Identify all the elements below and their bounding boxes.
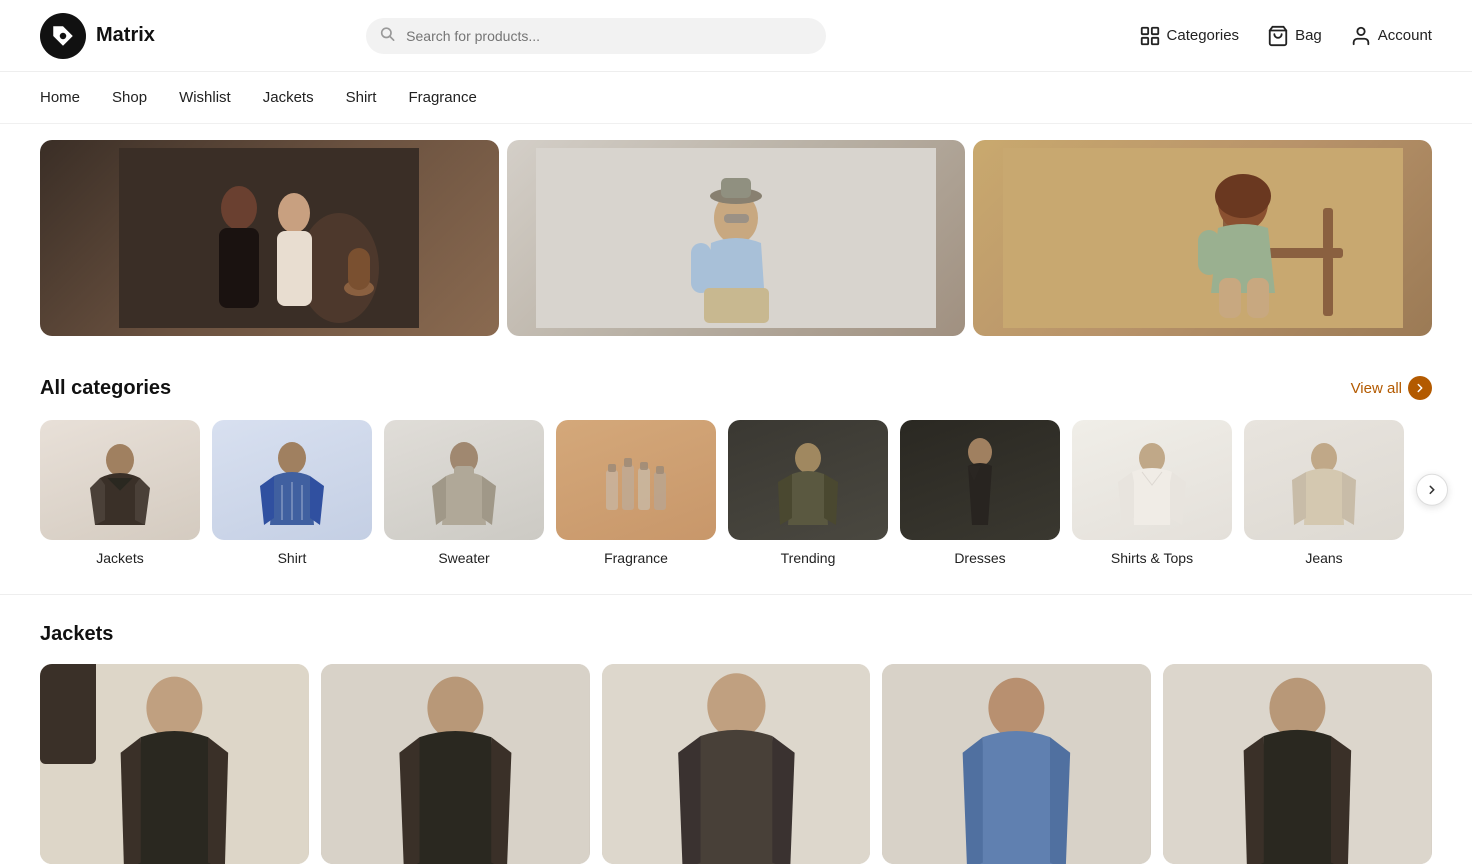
categories-section: All categories View all (0, 352, 1472, 566)
category-fragrance[interactable]: Fragrance (556, 420, 716, 566)
bag-label: Bag (1295, 27, 1322, 44)
shirt-figure-icon (242, 430, 342, 530)
nav-fragrance[interactable]: Fragrance (408, 89, 476, 106)
category-jackets[interactable]: Jackets (40, 420, 200, 566)
search-bar (366, 18, 826, 54)
category-image-jackets (40, 420, 200, 540)
carousel-next-button[interactable] (1416, 474, 1448, 506)
jacket-card-1[interactable] (40, 664, 309, 864)
categories-button[interactable]: Categories (1139, 25, 1240, 47)
account-button[interactable]: Account (1350, 25, 1432, 47)
category-image-trending (728, 420, 888, 540)
grid-icon (1139, 25, 1161, 47)
trending-icon (758, 430, 858, 530)
logo-wrap[interactable]: Matrix (40, 13, 200, 59)
shirts-tops-icon (1102, 430, 1202, 530)
brand-name: Matrix (96, 24, 155, 47)
jacket-card-image-3 (602, 664, 871, 864)
categories-list: Jackets Shirt (40, 420, 1432, 566)
category-label-shirts-tops: Shirts & Tops (1111, 550, 1193, 566)
nav-shop[interactable]: Shop (112, 89, 147, 106)
category-image-jeans (1244, 420, 1404, 540)
hero-banner-2[interactable] (507, 140, 966, 336)
jacket-card-image-4 (882, 664, 1151, 864)
category-image-dresses (900, 420, 1060, 540)
main-nav: Home Shop Wishlist Jackets Shirt Fragran… (0, 72, 1472, 124)
jacket-card-4[interactable] (882, 664, 1151, 864)
view-all-label: View all (1351, 380, 1402, 397)
hero-image-1 (119, 148, 419, 328)
category-shirts-tops[interactable]: Shirts & Tops (1072, 420, 1232, 566)
category-label-shirt: Shirt (278, 550, 307, 566)
jackets-grid (40, 664, 1432, 864)
category-label-trending: Trending (781, 550, 836, 566)
category-sweater[interactable]: Sweater (384, 420, 544, 566)
dresses-icon (930, 430, 1030, 530)
nav-wishlist[interactable]: Wishlist (179, 89, 231, 106)
hero-banner-1[interactable] (40, 140, 499, 336)
view-all-button[interactable]: View all (1351, 376, 1432, 400)
header-actions: Categories Bag Account (1139, 25, 1432, 47)
search-input[interactable] (366, 18, 826, 54)
hero-image-2 (536, 148, 936, 328)
fragrance-icon (586, 430, 686, 530)
search-icon (379, 25, 395, 46)
jackets-section-title: Jackets (40, 623, 1432, 646)
category-label-sweater: Sweater (438, 550, 489, 566)
jeans-icon (1274, 430, 1374, 530)
jacket-card-image-1 (40, 664, 309, 864)
chevron-right-icon (1425, 483, 1439, 497)
category-label-dresses: Dresses (954, 550, 1005, 566)
category-dresses[interactable]: Dresses (900, 420, 1060, 566)
jacket-card-3[interactable] (602, 664, 871, 864)
jacket-card-image-2 (321, 664, 590, 864)
category-jeans[interactable]: Jeans (1244, 420, 1404, 566)
category-shirt[interactable]: Shirt (212, 420, 372, 566)
category-trending[interactable]: Trending (728, 420, 888, 566)
logo-icon (40, 13, 86, 59)
categories-label: Categories (1167, 27, 1240, 44)
header: Matrix Categories Bag (0, 0, 1472, 72)
account-label: Account (1378, 27, 1432, 44)
category-label-fragrance: Fragrance (604, 550, 668, 566)
bag-button[interactable]: Bag (1267, 25, 1322, 47)
category-label-jeans: Jeans (1305, 550, 1342, 566)
bag-icon (1267, 25, 1289, 47)
categories-header: All categories View all (40, 376, 1432, 400)
nav-jackets[interactable]: Jackets (263, 89, 314, 106)
category-label-jackets: Jackets (96, 550, 143, 566)
jacket-icon (70, 430, 170, 530)
nav-shirt[interactable]: Shirt (346, 89, 377, 106)
hero-banner-3[interactable] (973, 140, 1432, 336)
user-icon (1350, 25, 1372, 47)
jacket-card-5[interactable] (1163, 664, 1432, 864)
category-image-sweater (384, 420, 544, 540)
arrow-right-icon (1413, 381, 1427, 395)
hero-image-3 (1003, 148, 1403, 328)
jacket-card-2[interactable] (321, 664, 590, 864)
nav-home[interactable]: Home (40, 89, 80, 106)
jacket-card-image-5 (1163, 664, 1432, 864)
categories-title: All categories (40, 377, 171, 400)
sweater-figure-icon (414, 430, 514, 530)
view-all-arrow (1408, 376, 1432, 400)
category-image-fragrance (556, 420, 716, 540)
hero-banners (0, 124, 1472, 352)
category-image-shirts-tops (1072, 420, 1232, 540)
logo-svg (50, 23, 76, 49)
categories-carousel: Jackets Shirt (40, 420, 1432, 566)
category-image-shirt (212, 420, 372, 540)
